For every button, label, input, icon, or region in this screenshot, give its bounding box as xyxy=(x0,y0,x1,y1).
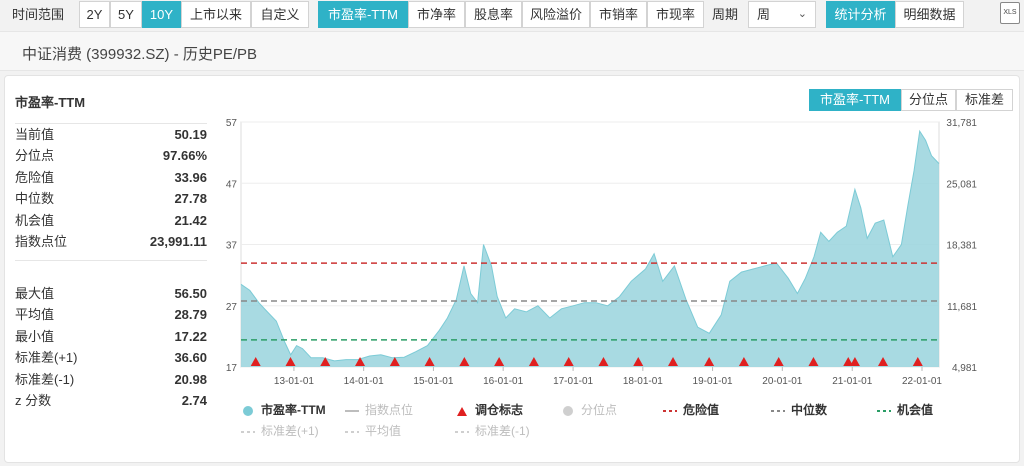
legend-swatch-icon xyxy=(563,405,573,416)
legend-swatch-icon xyxy=(457,406,467,416)
legend-item[interactable]: 机会值 xyxy=(877,402,933,418)
x-tick-label: 21-01-01 xyxy=(832,376,872,387)
legend-item[interactable]: 中位数 xyxy=(771,402,827,418)
chart-legend: 市盈率-TTM 指数点位 调仓标志 分位点 危险值 中位数 机会值标准差(+1) 平均值 标准差… xyxy=(241,402,1001,442)
metric-ps-button[interactable]: 市销率 xyxy=(590,1,647,28)
legend-swatch-icon xyxy=(877,409,891,412)
x-tick-label: 14-01-01 xyxy=(344,376,384,387)
y2-tick-label: 25,081 xyxy=(946,179,977,190)
legend-item[interactable]: 标准差(-1) xyxy=(455,423,530,439)
period-select[interactable]: 周 ⌄ xyxy=(748,1,816,28)
period-label: 周期 xyxy=(712,7,739,22)
y-tick-label: 57 xyxy=(226,118,238,129)
legend-swatch-icon xyxy=(455,430,469,433)
legend-swatch-icon xyxy=(771,409,785,412)
legend-label: 标准差(-1) xyxy=(475,424,530,438)
legend-swatch-icon xyxy=(345,409,359,412)
metric-risk-premium-button[interactable]: 风险溢价 xyxy=(522,1,590,28)
legend-label: 中位数 xyxy=(791,403,828,417)
legend-item[interactable]: 标准差(+1) xyxy=(241,423,319,439)
y2-tick-label: 31,781 xyxy=(946,118,977,129)
range-label: 时间范围 xyxy=(12,7,65,22)
y-tick-label: 17 xyxy=(226,363,238,374)
legend-item[interactable]: 危险值 xyxy=(663,402,719,418)
legend-item[interactable]: 调仓标志 xyxy=(455,402,523,418)
x-tick-label: 17-01-01 xyxy=(553,376,593,387)
range-since-listing-button[interactable]: 上市以来 xyxy=(181,1,251,28)
range-5y-button[interactable]: 5Y xyxy=(110,1,142,28)
x-tick-label: 16-01-01 xyxy=(483,376,523,387)
x-tick-label: 13-01-01 xyxy=(274,376,314,387)
y2-tick-label: 11,681 xyxy=(947,302,977,313)
y-tick-label: 47 xyxy=(226,179,238,190)
excel-export-label: XLS xyxy=(1003,9,1017,16)
y2-tick-label: 4,981 xyxy=(952,363,977,374)
legend-label: 调仓标志 xyxy=(475,403,524,417)
chart-card: 市盈率-TTM 当前值 50.19 分位点 97.66% 危险值 33.96 中位数 27.7… xyxy=(4,75,1020,463)
legend-label: 分位点 xyxy=(581,403,618,417)
metric-pe-ttm-button[interactable]: 市盈率-TTM xyxy=(318,1,408,28)
legend-swatch-icon xyxy=(243,405,253,416)
metric-pcf-button[interactable]: 市现率 xyxy=(647,1,704,28)
view-stats-button[interactable]: 统计分析 xyxy=(826,1,895,28)
x-tick-label: 19-01-01 xyxy=(693,376,733,387)
legend-label: 标准差(+1) xyxy=(261,424,319,438)
x-tick-label: 22-01-01 xyxy=(902,376,942,387)
legend-label: 市盈率-TTM xyxy=(261,403,326,417)
legend-swatch-icon xyxy=(345,430,359,433)
metric-dividend-button[interactable]: 股息率 xyxy=(465,1,522,28)
period-select-value: 周 xyxy=(757,7,771,22)
y-tick-label: 27 xyxy=(226,302,238,313)
x-tick-label: 18-01-01 xyxy=(623,376,663,387)
y-tick-label: 37 xyxy=(226,241,238,252)
range-2y-button[interactable]: 2Y xyxy=(79,1,110,28)
legend-item[interactable]: 市盈率-TTM xyxy=(241,402,326,418)
legend-label: 机会值 xyxy=(897,403,934,417)
chevron-down-icon: ⌄ xyxy=(797,8,807,20)
toolbar: 时间范围 2Y 5Y 10Y 上市以来 自定义 市盈率-TTM 市净率 股息率 … xyxy=(0,0,1024,30)
metric-pb-button[interactable]: 市净率 xyxy=(408,1,465,28)
legend-label: 危险值 xyxy=(683,403,720,417)
legend-swatch-icon xyxy=(663,409,677,412)
range-custom-button[interactable]: 自定义 xyxy=(251,1,309,28)
legend-swatch-icon xyxy=(241,430,255,433)
legend-label: 指数点位 xyxy=(365,403,414,417)
legend-item[interactable]: 分位点 xyxy=(561,402,617,418)
x-tick-label: 20-01-01 xyxy=(762,376,802,387)
x-tick-label: 15-01-01 xyxy=(413,376,453,387)
legend-item[interactable]: 平均值 xyxy=(345,423,401,439)
legend-item[interactable]: 指数点位 xyxy=(345,402,413,418)
excel-export-icon[interactable]: XLS xyxy=(1000,2,1020,24)
page-title: 中证消费 (399932.SZ) - 历史PE/PB xyxy=(22,46,258,63)
y2-tick-label: 18,381 xyxy=(946,241,977,252)
page-header: 中证消费 (399932.SZ) - 历史PE/PB xyxy=(0,31,1024,71)
legend-label: 平均值 xyxy=(365,424,402,438)
view-detail-button[interactable]: 明细数据 xyxy=(895,1,964,28)
range-10y-button[interactable]: 10Y xyxy=(142,1,181,28)
